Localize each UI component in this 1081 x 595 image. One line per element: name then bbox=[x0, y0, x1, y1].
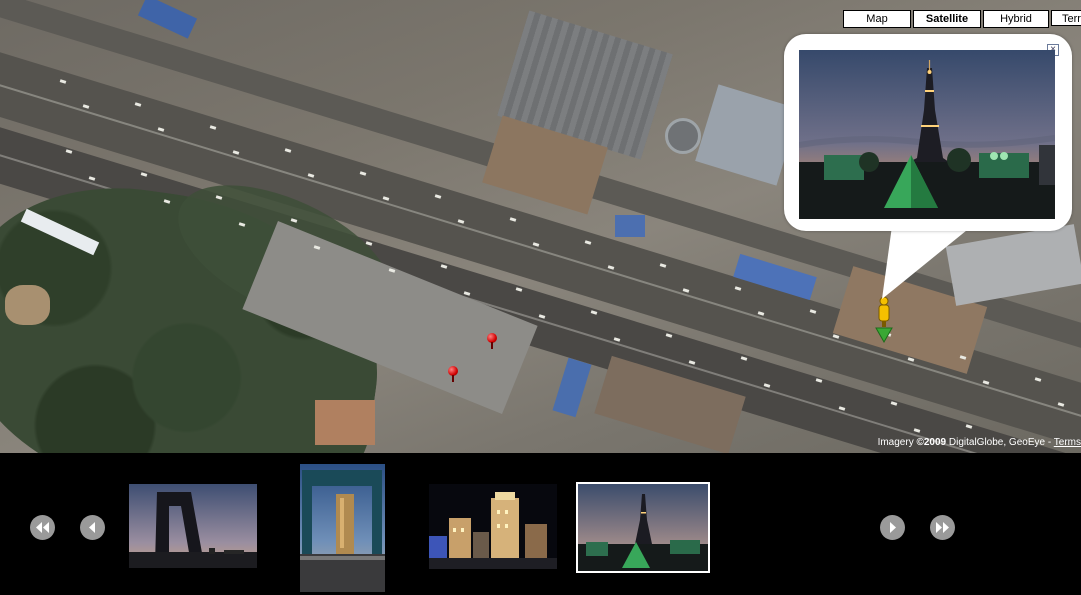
ground-patch bbox=[5, 285, 50, 325]
photo-thumbnail[interactable] bbox=[429, 484, 557, 569]
previous-icon[interactable] bbox=[80, 515, 105, 540]
pegman-icon[interactable] bbox=[873, 296, 895, 346]
map-type-control: Map Satellite Hybrid Terrain bbox=[841, 10, 1081, 28]
building bbox=[315, 400, 375, 445]
map-type-terrain-button[interactable]: Terrain bbox=[1051, 10, 1081, 26]
terms-link[interactable]: Terms bbox=[1054, 437, 1081, 448]
map-type-map-button[interactable]: Map bbox=[843, 10, 911, 28]
photo-filmstrip bbox=[0, 453, 1081, 595]
building bbox=[615, 215, 645, 237]
map-type-hybrid-button[interactable]: Hybrid bbox=[983, 10, 1049, 28]
info-bubble: × bbox=[784, 34, 1072, 231]
map-copyright: Imagery ©2009 DigitalGlobe, GeoEye - Ter… bbox=[878, 437, 1081, 448]
copyright-prefix: Imagery bbox=[877, 437, 917, 448]
map-marker[interactable] bbox=[487, 333, 497, 349]
satellite-map[interactable]: Map Satellite Hybrid Terrain × bbox=[0, 0, 1081, 453]
building bbox=[552, 357, 592, 418]
fast-forward-icon[interactable] bbox=[930, 515, 955, 540]
rewind-icon[interactable] bbox=[30, 515, 55, 540]
building bbox=[137, 0, 198, 39]
info-bubble-tail bbox=[882, 226, 972, 299]
photo-thumbnail-selected[interactable] bbox=[576, 482, 710, 573]
photo-thumbnail[interactable] bbox=[300, 464, 385, 592]
copyright-providers: DigitalGlobe, GeoEye - bbox=[946, 437, 1054, 448]
copyright-year: ©2009 bbox=[916, 437, 947, 448]
bubble-photo[interactable] bbox=[799, 50, 1055, 219]
map-marker[interactable] bbox=[448, 366, 458, 382]
round-structure bbox=[665, 118, 701, 154]
next-icon[interactable] bbox=[880, 515, 905, 540]
photo-thumbnail[interactable] bbox=[129, 484, 257, 568]
map-type-satellite-button[interactable]: Satellite bbox=[913, 10, 981, 28]
